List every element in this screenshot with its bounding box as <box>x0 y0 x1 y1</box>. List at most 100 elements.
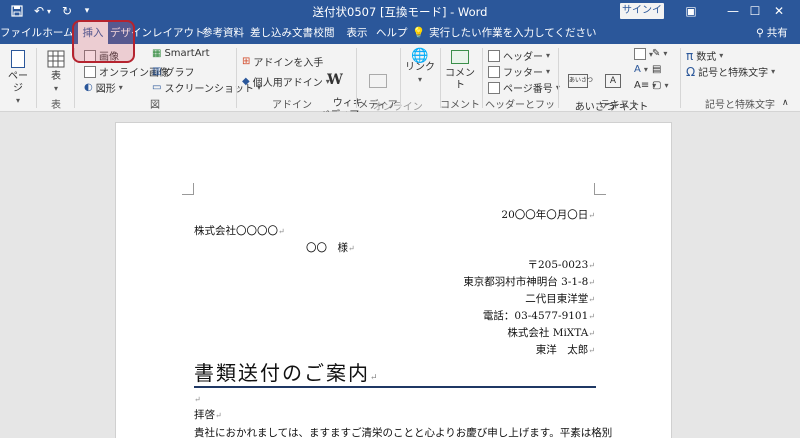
share-label: 共有 <box>766 27 788 39</box>
tab-layout[interactable]: レイアウト <box>152 22 205 44</box>
screenshot-label: スクリーンショット <box>164 84 254 95</box>
address1-text: 東京都羽村市神明台 3-1-8 <box>463 276 589 288</box>
phone-line: 電話：03-4577-9101↵ <box>482 310 595 322</box>
greeting-icon: あいさつ <box>568 74 593 88</box>
shapes-label: 図形 <box>95 84 116 95</box>
smartart-icon: ▦ <box>152 48 162 59</box>
signature-line-button[interactable]: ✎ ▾ <box>652 48 667 59</box>
tab-home[interactable]: ホーム <box>42 22 74 44</box>
document-heading: 書類送付のご案内↵ <box>194 361 380 385</box>
link-label: リンク <box>405 62 435 73</box>
page-label: ページ <box>8 71 28 94</box>
group-table-label: 表 <box>51 100 61 111</box>
screenshot-icon: ▭ <box>152 82 162 93</box>
footer-button[interactable]: フッター ▾ <box>488 64 550 79</box>
link-button[interactable]: 🌐 リンク ▾ <box>404 49 436 86</box>
textbox-icon: A <box>605 74 621 88</box>
tab-help[interactable]: ヘルプ <box>376 22 408 44</box>
equation-label: 数式 <box>696 52 717 63</box>
body-text: 貴社におかれましては、ますますご清栄のことと心よりお慶び申し上げます。平素は格別 <box>194 427 613 438</box>
tell-me-search[interactable]: 💡 実行したい作業を入力してください <box>412 22 596 44</box>
footer-label: フッター <box>503 68 543 79</box>
ribbon-display-icon[interactable]: ▣ <box>670 0 712 22</box>
empty-paragraph: ↵ <box>194 395 201 404</box>
page-number-button[interactable]: ページ番号▾ <box>488 80 560 95</box>
lightbulb-icon: 💡 <box>412 27 426 39</box>
document-page[interactable]: 20〇〇年〇月〇日↵ 株式会社〇〇〇〇↵ 〇〇 様↵ 〒205-0023↵ 東京… <box>115 122 672 438</box>
tab-references[interactable]: 参考資料 <box>200 22 246 44</box>
video-icon <box>369 74 387 88</box>
table-label: 表 <box>51 71 61 82</box>
greeting-line: 拝啓↵ <box>194 409 222 421</box>
omega-icon: Ω <box>686 64 696 79</box>
footer-icon <box>488 65 500 78</box>
address-line-2: 二代目東洋堂↵ <box>525 293 595 305</box>
table-icon <box>47 50 65 68</box>
shapes-icon: ◐ <box>84 82 93 93</box>
header-button[interactable]: ヘッダー ▾ <box>488 48 550 63</box>
store-icon: ⊞ <box>242 56 251 67</box>
recipient-person-text: 〇〇 様 <box>306 242 348 254</box>
calendar-icon: ▤ <box>652 64 662 75</box>
signin-button[interactable]: サインイン <box>620 3 664 32</box>
my-addins-icon: ◆ <box>242 76 250 87</box>
insert-tab-highlight <box>72 20 135 63</box>
page-number-icon <box>488 81 500 94</box>
quick-parts-button[interactable]: ▾ <box>634 48 653 60</box>
smartart-button[interactable]: ▦ SmartArt <box>152 48 210 59</box>
header-icon <box>488 49 500 62</box>
shapes-button[interactable]: ◐ 図形 ▾ <box>84 80 123 95</box>
comment-label: コメント <box>445 68 475 91</box>
group-addins-label: アドイン <box>272 100 312 111</box>
graph-button[interactable]: ▥ グラフ <box>152 64 194 79</box>
document-area: 20〇〇年〇月〇日↵ 株式会社〇〇〇〇↵ 〇〇 様↵ 〒205-0023↵ 東京… <box>0 112 800 438</box>
get-addins-label: アドインを入手 <box>253 58 324 69</box>
postal-text: 〒205-0023 <box>527 259 589 271</box>
page-button[interactable]: ページ ▾ <box>4 50 32 107</box>
my-addins-button[interactable]: ◆ 個人用アドイン ▾ <box>242 74 330 89</box>
signature-icon: ✎ <box>652 48 661 59</box>
comment-button[interactable]: コメント <box>444 50 476 92</box>
recipient-person: 〇〇 様↵ <box>306 242 355 254</box>
recipient-company-text: 株式会社〇〇〇〇 <box>194 225 278 237</box>
address2-text: 二代目東洋堂 <box>525 293 589 305</box>
crop-mark-right <box>594 183 606 195</box>
group-illustrations-label: 図 <box>150 100 160 111</box>
crop-mark-left <box>182 183 194 195</box>
get-addins-button[interactable]: ⊞ アドインを入手 <box>242 54 323 69</box>
object-button[interactable]: ▢ ▾ <box>652 80 668 91</box>
page-number-label: ページ番号 <box>503 84 553 95</box>
my-addins-label: 個人用アドイン <box>252 78 323 89</box>
tell-me-text: 実行したい作業を入力してください <box>429 27 597 39</box>
group-text-label: テキスト <box>600 100 640 111</box>
tab-file[interactable]: ファイル <box>0 22 42 44</box>
close-icon[interactable]: ✕ <box>758 0 800 22</box>
tab-view[interactable]: 表示 <box>342 22 372 44</box>
group-symbols-label: 記号と特殊文字 <box>705 100 775 111</box>
graph-label: グラフ <box>164 68 195 79</box>
chart-icon: ▥ <box>152 66 162 77</box>
group-media-label: メディア <box>358 100 398 111</box>
date-time-button[interactable]: ▤ <box>652 64 661 75</box>
phone-text: 電話：03-4577-9101 <box>482 310 589 322</box>
equation-button[interactable]: π 数式 ▾ <box>686 48 723 64</box>
pi-icon: π <box>686 48 694 63</box>
date-text: 20〇〇年〇月〇日 <box>501 209 589 221</box>
postal-line: 〒205-0023↵ <box>527 259 595 271</box>
group-comments-label: コメント <box>440 100 480 111</box>
table-button[interactable]: 表 ▾ <box>42 50 70 95</box>
page-icon <box>11 50 25 68</box>
body-line: 貴社におかれましては、ますますご清栄のことと心よりお慶び申し上げます。平素は格別 <box>194 425 612 438</box>
object-icon: ▢ <box>652 80 662 91</box>
wordart-button[interactable]: A ▾ <box>634 64 648 75</box>
tab-mailings[interactable]: 差し込み文書 <box>250 22 313 44</box>
sender-name: 東洋 太郎↵ <box>535 344 595 356</box>
sender-company-text: 株式会社 MiXTA <box>507 327 589 339</box>
collapse-ribbon-icon[interactable]: ∧ <box>782 98 789 108</box>
dropcap-icon: A≡ <box>634 80 650 91</box>
share-button[interactable]: ⚲ 共有 <box>756 22 788 44</box>
person-icon: ⚲ <box>756 27 764 39</box>
tab-review[interactable]: 校閲 <box>310 22 338 44</box>
symbol-button[interactable]: Ω 記号と特殊文字 ▾ <box>686 64 775 80</box>
heading-underline <box>194 386 596 388</box>
